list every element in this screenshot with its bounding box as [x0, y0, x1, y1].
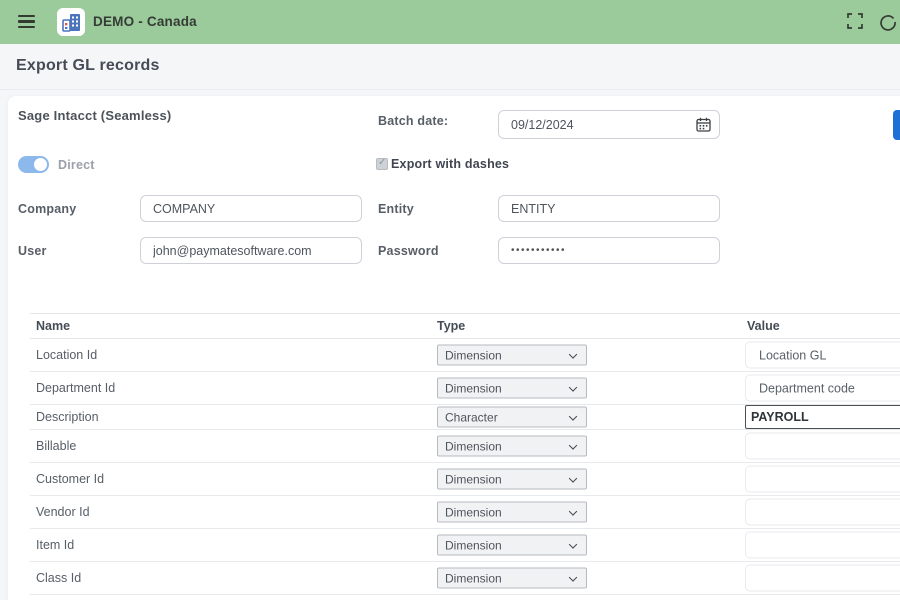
company-label: Company	[18, 202, 76, 216]
type-select-value: Dimension	[445, 348, 502, 362]
field-name: Billable	[36, 439, 76, 453]
chevron-down-icon	[569, 540, 577, 548]
integration-name-label: Sage Intacct (Seamless)	[18, 108, 171, 123]
value-input[interactable]	[745, 532, 900, 559]
direct-toggle-label: Direct	[58, 158, 95, 172]
table-row: Location Id Dimension	[30, 339, 900, 372]
type-select-value: Dimension	[445, 571, 502, 585]
page-title-bar: Export GL records	[0, 44, 900, 90]
fullscreen-icon[interactable]	[847, 13, 865, 31]
value-input[interactable]	[745, 375, 900, 402]
chevron-down-icon	[569, 412, 577, 420]
column-header-name: Name	[36, 319, 70, 333]
table-header-row: Name Type Value	[30, 313, 900, 339]
page-title: Export GL records	[16, 57, 160, 75]
export-settings-card: Sage Intacct (Seamless) Batch date: Dire…	[8, 96, 900, 600]
field-name: Vendor Id	[36, 505, 90, 519]
type-select[interactable]: Character	[437, 407, 587, 428]
value-input[interactable]	[745, 499, 900, 526]
value-input[interactable]	[745, 466, 900, 493]
entity-label: Entity	[378, 202, 414, 216]
refresh-icon[interactable]	[879, 13, 897, 31]
export-with-dashes-label: Export with dashes	[391, 157, 509, 171]
field-name: Class Id	[36, 571, 81, 585]
export-with-dashes-checkbox[interactable]	[376, 158, 388, 170]
password-label: Password	[378, 244, 439, 258]
field-name: Customer Id	[36, 472, 104, 486]
direct-toggle[interactable]	[18, 156, 49, 173]
table-row: Description Character	[30, 405, 900, 430]
export-gl-screen: DEMO - Canada Export GL records Sage Int…	[0, 0, 900, 600]
value-input[interactable]	[745, 433, 900, 460]
type-select-value: Dimension	[445, 538, 502, 552]
user-label: User	[18, 244, 47, 258]
hamburger-menu-icon[interactable]	[18, 15, 35, 28]
table-row: Vendor Id Dimension	[30, 496, 900, 529]
type-select[interactable]: Dimension	[437, 568, 587, 589]
type-select-value: Character	[445, 410, 498, 424]
chevron-down-icon	[569, 383, 577, 391]
field-name: Description	[36, 410, 99, 424]
type-select[interactable]: Dimension	[437, 535, 587, 556]
column-header-value: Value	[747, 319, 780, 333]
app-header: DEMO - Canada	[0, 0, 900, 44]
user-input[interactable]	[140, 237, 362, 264]
table-row: Class Id Dimension	[30, 562, 900, 595]
company-input[interactable]	[140, 195, 362, 222]
type-select-value: Dimension	[445, 439, 502, 453]
chevron-down-icon	[569, 350, 577, 358]
value-input[interactable]	[745, 342, 900, 369]
app-title: DEMO - Canada	[93, 0, 197, 44]
column-header-type: Type	[437, 319, 465, 333]
value-input[interactable]	[745, 565, 900, 592]
gl-mapping-table: Name Type Value Location Id Dimension De…	[30, 313, 900, 595]
table-body: Location Id Dimension Department Id Dime…	[30, 339, 900, 595]
table-row: Billable Dimension	[30, 430, 900, 463]
batch-date-label: Batch date:	[378, 114, 448, 128]
entity-input[interactable]	[498, 195, 720, 222]
company-buildings-icon[interactable]	[57, 8, 85, 36]
batch-date-input[interactable]	[498, 110, 720, 139]
field-name: Item Id	[36, 538, 74, 552]
chevron-down-icon	[569, 441, 577, 449]
field-name: Department Id	[36, 381, 115, 395]
type-select-value: Dimension	[445, 381, 502, 395]
chevron-down-icon	[569, 474, 577, 482]
type-select[interactable]: Dimension	[437, 345, 587, 366]
value-input[interactable]	[745, 405, 900, 429]
table-row: Department Id Dimension	[30, 372, 900, 405]
type-select[interactable]: Dimension	[437, 378, 587, 399]
table-row: Item Id Dimension	[30, 529, 900, 562]
chevron-down-icon	[569, 507, 577, 515]
type-select[interactable]: Dimension	[437, 502, 587, 523]
export-button[interactable]	[893, 110, 900, 140]
type-select[interactable]: Dimension	[437, 436, 587, 457]
field-name: Location Id	[36, 348, 97, 362]
password-input[interactable]	[498, 237, 720, 264]
type-select[interactable]: Dimension	[437, 469, 587, 490]
chevron-down-icon	[569, 573, 577, 581]
type-select-value: Dimension	[445, 472, 502, 486]
table-row: Customer Id Dimension	[30, 463, 900, 496]
type-select-value: Dimension	[445, 505, 502, 519]
